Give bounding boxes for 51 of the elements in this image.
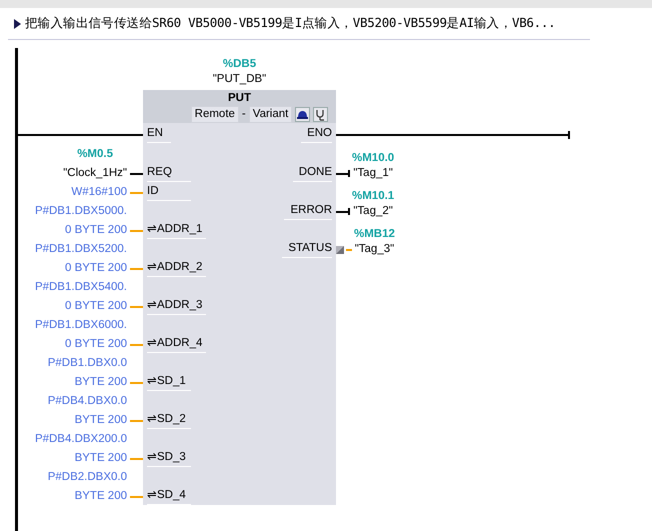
pin-label: DONE (292, 163, 332, 182)
tag-address: %M10.1 (352, 189, 394, 204)
operand-value: BYTE 200 (74, 451, 127, 466)
operand-value: BYTE 200 (74, 413, 127, 428)
pin-label: EN (147, 124, 171, 143)
pin-label: STATUS (282, 239, 332, 258)
operand-value: W#16#100 (71, 185, 127, 200)
tag-address: %M0.5 (77, 147, 113, 162)
instance-name: "PUT_DB" (212, 72, 266, 87)
operand-value: 0 BYTE 200 (64, 337, 127, 352)
operand-value: P#DB2.DBX0.0 (48, 470, 127, 485)
status-marker-icon (336, 246, 344, 254)
operand-value: 0 BYTE 200 (64, 261, 127, 276)
pin-label: ENO (301, 124, 332, 143)
variant-field[interactable]: Variant (248, 106, 292, 124)
instance-address: %DB5 (222, 57, 256, 72)
operand-value: BYTE 200 (74, 489, 127, 504)
operand-value: P#DB1.DBX0.0 (48, 356, 127, 371)
tag-name: "Tag_1" (353, 166, 393, 181)
operand-value: BYTE 200 (74, 375, 127, 390)
operand-value: 0 BYTE 200 (64, 223, 127, 238)
operand-value: P#DB1.DBX5200. (34, 242, 127, 257)
block-title: PUT (228, 91, 251, 106)
operand-value: 0 BYTE 200 (64, 299, 127, 314)
operand-value: P#DB1.DBX6000. (34, 318, 127, 333)
pin-label: ⇌ADDR_1 (147, 220, 206, 239)
pin-label: ⇌SD_4 (147, 486, 191, 505)
tag-name: "Tag_2" (353, 204, 393, 219)
tag-address: %M10.0 (352, 151, 394, 166)
operand-value: P#DB4.DBX0.0 (48, 394, 127, 409)
tag-name: "Clock_1Hz" (63, 166, 127, 181)
operand-value: P#DB4.DBX200.0 (34, 432, 127, 447)
separator-text: - (242, 107, 246, 122)
pin-label: REQ (147, 163, 191, 182)
tag-name: "Tag_3" (354, 242, 394, 257)
operand-value: P#DB1.DBX5400. (34, 280, 127, 295)
expand-arrow-icon[interactable] (14, 18, 21, 28)
pin-label: ⇌ADDR_3 (147, 296, 206, 315)
operand-value: P#DB1.DBX5000. (34, 204, 127, 219)
remote-field[interactable]: Remote (190, 106, 239, 124)
hat-icon[interactable] (295, 107, 310, 122)
pin-label: ⇌ADDR_2 (147, 258, 206, 277)
pin-label: ⇌SD_1 (147, 372, 191, 391)
pin-label: ⇌SD_3 (147, 448, 191, 467)
pin-label: ⇌ADDR_4 (147, 334, 206, 353)
stethoscope-icon[interactable] (313, 107, 328, 122)
tag-address: %MB12 (354, 227, 395, 242)
pin-label: ⇌SD_2 (147, 410, 191, 429)
network-comment: 把输入输出信号传送给SR60 VB5000-VB5199是I点输入，VB5200-VB5599是AI输入，VB6... (25, 14, 556, 32)
pin-label: ID (147, 182, 191, 201)
pin-label: ERROR (284, 201, 332, 220)
